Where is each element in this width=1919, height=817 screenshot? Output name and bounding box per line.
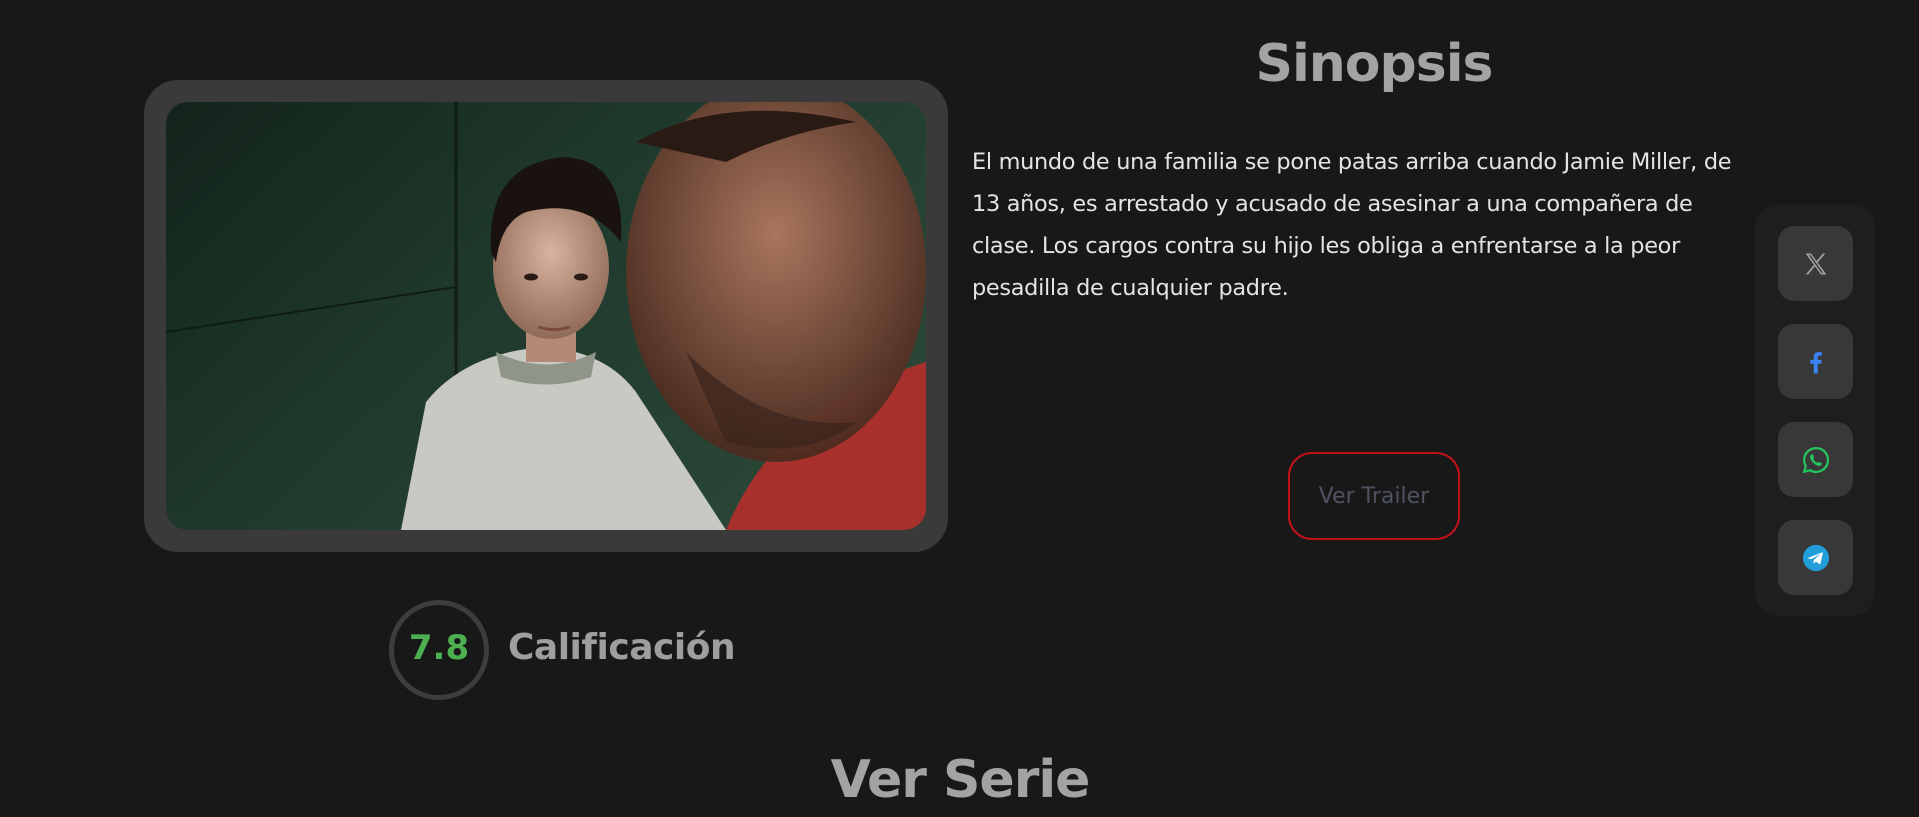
synopsis-title: Sinopsis bbox=[1255, 34, 1494, 94]
poster-image bbox=[166, 102, 926, 530]
share-whatsapp-button[interactable] bbox=[1778, 422, 1853, 497]
share-facebook-button[interactable] bbox=[1778, 324, 1853, 399]
trailer-button[interactable]: Ver Trailer bbox=[1288, 452, 1460, 540]
whatsapp-icon bbox=[1802, 446, 1829, 473]
rating-label: Calificación bbox=[508, 627, 736, 668]
share-x-button[interactable] bbox=[1778, 226, 1853, 301]
telegram-icon bbox=[1802, 544, 1829, 571]
poster-frame bbox=[144, 80, 948, 552]
page: 7.8 Calificación Sinopsis El mundo de un… bbox=[0, 0, 1919, 817]
rating-value: 7.8 bbox=[408, 628, 470, 668]
rating-circle: 7.8 bbox=[389, 600, 489, 700]
section-title-ver-serie: Ver Serie bbox=[830, 750, 1091, 810]
share-telegram-button[interactable] bbox=[1778, 520, 1853, 595]
share-panel bbox=[1755, 204, 1875, 616]
facebook-icon bbox=[1809, 351, 1822, 374]
x-icon bbox=[1805, 253, 1826, 274]
synopsis-text: El mundo de una familia se pone patas ar… bbox=[972, 149, 1732, 301]
